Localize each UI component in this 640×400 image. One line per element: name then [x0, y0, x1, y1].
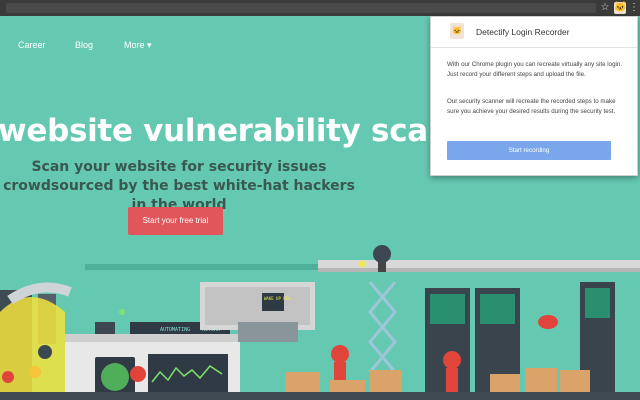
press-block — [238, 322, 298, 342]
extension-popup: 🐱 Detectify Login Recorder With our Chro… — [430, 16, 638, 176]
nav-item-career[interactable]: Career — [18, 36, 46, 54]
scissor-lift — [368, 281, 397, 373]
floor — [0, 392, 640, 400]
red-robot-2 — [443, 351, 461, 369]
graph-screen — [148, 354, 228, 394]
yellow-dome — [0, 297, 65, 400]
address-bar[interactable] — [6, 3, 596, 13]
machine-top — [65, 334, 240, 342]
nav-item-more[interactable]: More ▾ — [124, 36, 152, 54]
red-robot-3 — [130, 366, 146, 382]
overhead-rail — [318, 260, 640, 268]
factory-illustration: AUTOMATING AUTOMA WAKE UP NEO... — [0, 245, 640, 400]
round-screen — [101, 363, 129, 391]
popup-header: 🐱 Detectify Login Recorder — [431, 17, 637, 48]
red-robot-1 — [331, 345, 349, 363]
popup-description-1: With our Chrome plugin you can recreate … — [447, 61, 623, 78]
green-light — [119, 309, 125, 315]
nav-item-blog[interactable]: Blog — [75, 36, 93, 54]
star-icon[interactable]: ☆ — [600, 2, 610, 14]
red-blob — [2, 371, 14, 383]
kebab-menu-icon[interactable]: ⋮ — [629, 2, 639, 14]
red-robot-2-body — [446, 368, 458, 392]
server-screen-2 — [480, 294, 515, 324]
dome-gear — [38, 345, 52, 359]
crane-head — [373, 245, 391, 263]
browser-toolbar: ☆ 🐱 ⋮ — [0, 0, 640, 16]
overhead-rail-shadow — [318, 268, 640, 272]
start-recording-button[interactable]: Start recording — [447, 141, 611, 160]
popup-title: Detectify Login Recorder — [476, 27, 570, 37]
server-screen-1 — [430, 294, 465, 324]
monitor-sign-text: WAKE UP NEO... — [264, 296, 298, 301]
free-trial-button[interactable]: Start your free trial — [128, 207, 223, 235]
automating-label-1: AUTOMATING — [160, 327, 190, 333]
detectify-extension-icon[interactable]: 🐱 — [614, 2, 626, 14]
robot-arm-base — [95, 322, 115, 334]
server-screen-3 — [585, 288, 610, 318]
detectify-logo-icon: 🐱 — [450, 23, 464, 39]
lamp-icon — [358, 260, 366, 268]
popup-description-2: Our security scanner will recreate the r… — [447, 98, 616, 115]
conveyor-inner — [205, 287, 310, 325]
flying-robot — [538, 315, 558, 329]
yellow-blob — [29, 366, 41, 378]
